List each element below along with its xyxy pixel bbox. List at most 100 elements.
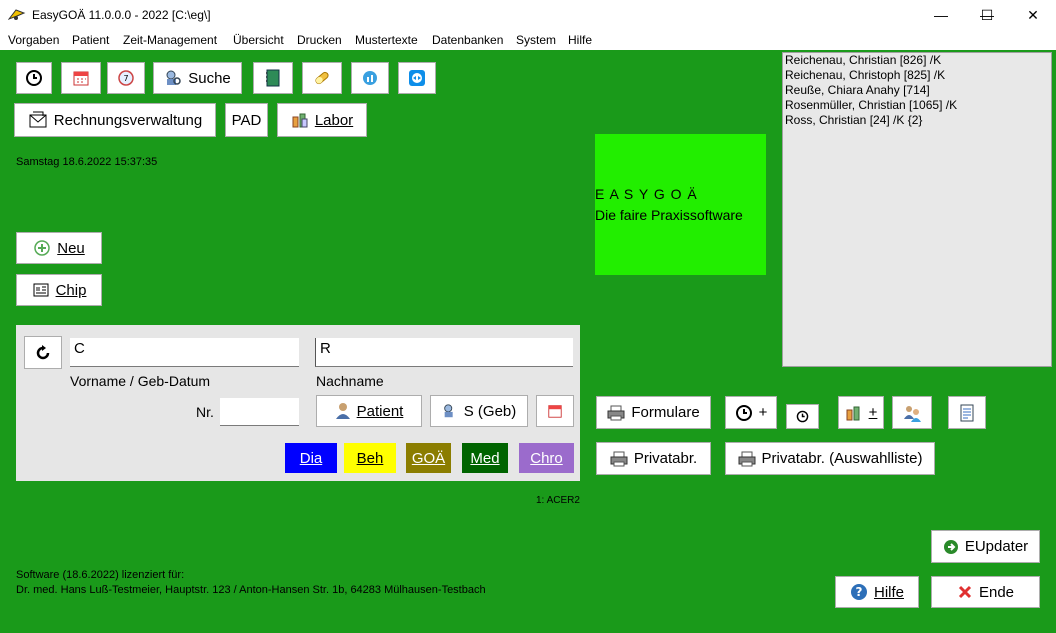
license-line-1: Software (18.6.2022) lizenziert für:: [16, 569, 185, 581]
labor-button[interactable]: Labor: [277, 103, 367, 137]
clock-icon: [735, 404, 753, 422]
search-birthdate-label: S (Geb): [463, 402, 517, 420]
lastname-label: Nachname: [316, 373, 384, 389]
envelope-icon: [28, 111, 48, 129]
forms-label: Formulare: [631, 404, 700, 421]
tag-med[interactable]: Med: [462, 443, 508, 473]
list-item[interactable]: Reichenau, Christoph [825] /K: [783, 68, 1051, 83]
license-line-2: Dr. med. Hans Luß-Testmeier, Hauptstr. 1…: [16, 584, 486, 596]
calendar-small-button[interactable]: [536, 395, 574, 427]
refresh-button[interactable]: [24, 336, 62, 369]
search-people-icon: [164, 69, 182, 87]
patient-search-panel: C R Vorname / Geb-Datum Nachname Nr. Pat…: [16, 325, 580, 481]
document-list-button[interactable]: [948, 396, 986, 429]
printer-icon: [607, 405, 625, 421]
tag-beh[interactable]: Beh: [344, 443, 396, 473]
appointment-button[interactable]: 7: [107, 62, 145, 94]
patient-list[interactable]: Reichenau, Christian [826] /K Reichenau,…: [782, 52, 1052, 367]
medication-button[interactable]: [302, 62, 342, 94]
menu-hilfe[interactable]: Hilfe: [568, 33, 592, 47]
eupdater-label: EUpdater: [964, 538, 1029, 555]
calendar-button[interactable]: [61, 62, 101, 94]
chip-card-button[interactable]: Chip: [16, 274, 102, 306]
menu-system[interactable]: System: [516, 33, 556, 47]
menu-drucken[interactable]: Drucken: [297, 33, 342, 47]
eupdater-button[interactable]: EUpdater: [931, 530, 1040, 563]
document-list-icon: [960, 404, 974, 421]
billing-management-button[interactable]: Rechnungsverwaltung: [14, 103, 216, 137]
search-birthdate-button[interactable]: S (Geb): [430, 395, 528, 427]
clock-button[interactable]: [16, 62, 52, 94]
exit-button[interactable]: Ende: [931, 576, 1040, 608]
menu-bar: Vorgaben Patient Zeit-Management Übersic…: [0, 30, 1056, 50]
close-x-icon: [957, 584, 973, 600]
menu-mustertexte[interactable]: Mustertexte: [355, 33, 418, 47]
new-label: Neu: [57, 239, 85, 257]
clock-plus-label: +: [758, 404, 768, 421]
pill-icon: [315, 71, 329, 85]
tag-goae[interactable]: GOÄ: [406, 443, 451, 473]
printer-icon: [738, 451, 756, 467]
patient-search-button[interactable]: Patient: [316, 395, 422, 427]
exit-label: Ende: [978, 583, 1015, 601]
menu-datenbanken[interactable]: Datenbanken: [432, 33, 503, 47]
billing-management-label: Rechnungsverwaltung: [53, 111, 203, 129]
menu-vorgaben[interactable]: Vorgaben: [8, 33, 59, 47]
refresh-icon: [36, 344, 50, 359]
close-window-button[interactable]: ✕: [1010, 0, 1056, 30]
calendar-icon: [73, 71, 89, 86]
clock-icon: [26, 70, 42, 86]
maximize-window-button[interactable]: ☐: [964, 0, 1010, 30]
search-people-icon: [442, 403, 458, 419]
teamviewer-button[interactable]: [398, 62, 436, 94]
list-item[interactable]: Rosenmüller, Christian [1065] /K: [783, 98, 1051, 113]
person-icon: [335, 402, 351, 420]
help-button[interactable]: ? Hilfe: [835, 576, 919, 608]
small-clock-button[interactable]: [786, 404, 819, 429]
firstname-label: Vorname / Geb-Datum: [70, 373, 211, 389]
tag-dia[interactable]: Dia: [285, 443, 337, 473]
station-label: 1: ACER2: [536, 495, 580, 506]
private-billing-list-label: Privatabr. (Auswahlliste): [761, 450, 923, 467]
chip-label: Chip: [55, 281, 87, 299]
search-label: Suche: [188, 69, 231, 87]
search-button[interactable]: Suche: [153, 62, 242, 94]
private-billing-button[interactable]: Privatabr.: [596, 442, 711, 475]
clock-icon: [796, 410, 809, 423]
list-item[interactable]: Reichenau, Christian [826] /K: [783, 53, 1051, 68]
app-logo-icon: [8, 9, 26, 20]
list-item[interactable]: Ross, Christian [24] /K {2}: [783, 113, 1051, 128]
menu-patient[interactable]: Patient: [72, 33, 109, 47]
notebook-icon: [266, 69, 280, 87]
firstname-input[interactable]: C: [70, 338, 299, 367]
notebook-button[interactable]: [253, 62, 293, 94]
menu-uebersicht[interactable]: Übersicht: [233, 33, 284, 47]
list-item[interactable]: Reuße, Chiara Anahy [714]: [783, 83, 1051, 98]
brand-name: E A S Y G O Ä: [595, 186, 698, 202]
menu-zeit-management[interactable]: Zeit-Management: [123, 33, 217, 47]
users-button[interactable]: [892, 396, 932, 429]
date-clock-icon: 7: [118, 70, 134, 86]
minimize-window-button[interactable]: —: [918, 0, 964, 30]
clock-plus-button[interactable]: +: [725, 396, 777, 429]
statistics-button[interactable]: [351, 62, 389, 94]
labor-plus-button[interactable]: +: [838, 396, 884, 429]
new-patient-button[interactable]: Neu: [16, 232, 102, 264]
brand-box: E A S Y G O Ä Die faire Praxissoftware: [595, 134, 766, 275]
nr-input[interactable]: [220, 398, 299, 426]
private-billing-label: Privatabr.: [633, 450, 698, 467]
forms-button[interactable]: Formulare: [596, 396, 711, 429]
lastname-input[interactable]: R: [315, 338, 573, 367]
printer-icon: [610, 451, 628, 467]
calendar-icon: [548, 405, 562, 418]
private-billing-list-button[interactable]: Privatabr. (Auswahlliste): [725, 442, 935, 475]
lab-bottles-icon: [845, 404, 863, 422]
chart-globe-icon: [363, 71, 377, 85]
labor-label: Labor: [314, 111, 354, 129]
tag-chro[interactable]: Chro: [519, 443, 574, 473]
brand-slogan: Die faire Praxissoftware: [595, 207, 743, 223]
lab-bottles-icon: [291, 111, 309, 129]
pad-button[interactable]: PAD: [225, 103, 268, 137]
remote-support-icon: [409, 70, 425, 86]
card-reader-icon: [32, 281, 50, 299]
